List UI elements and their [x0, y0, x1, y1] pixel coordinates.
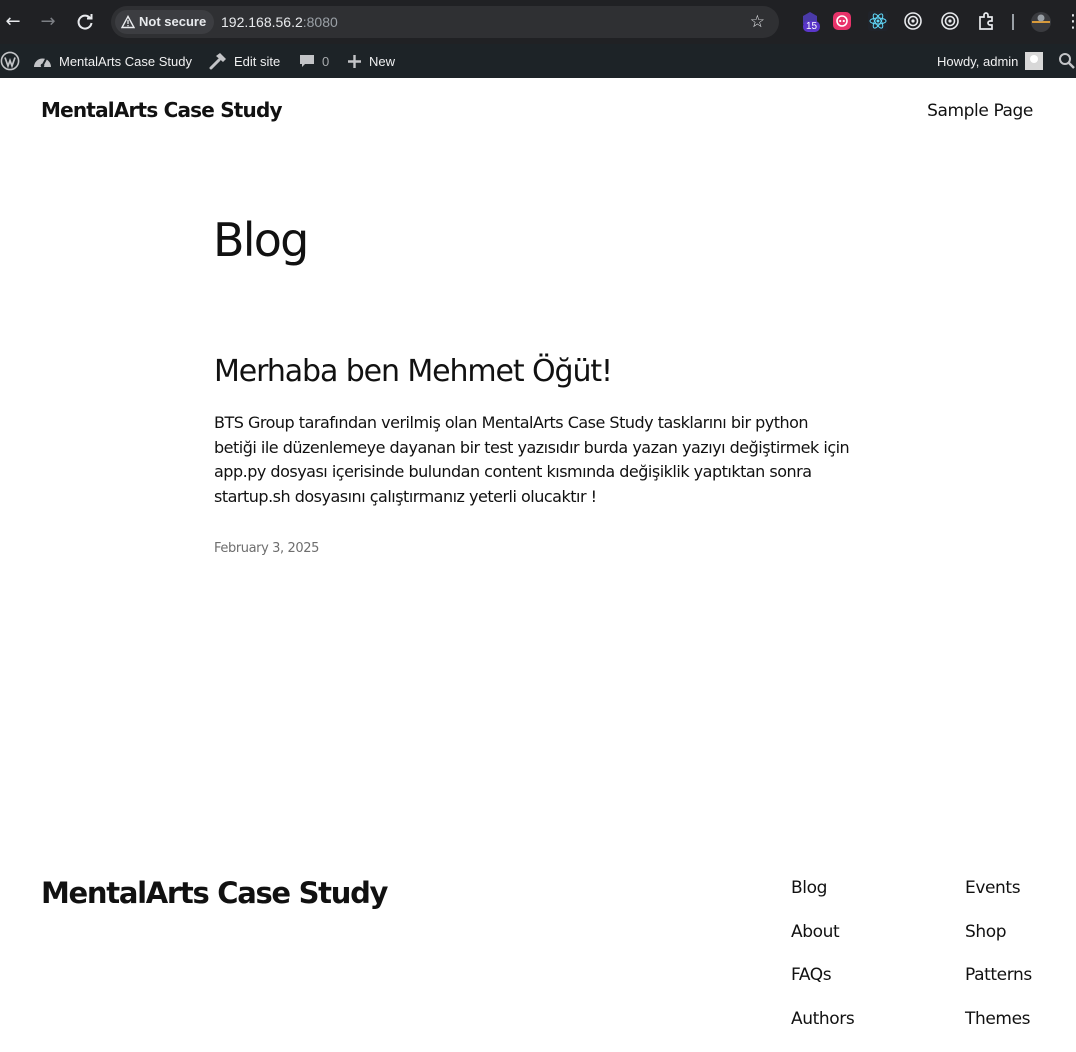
url-port: :8080: [303, 14, 338, 30]
footer-nav-column-1: Blog About FAQs Authors: [791, 878, 854, 1052]
howdy-label: Howdy, admin: [937, 54, 1018, 69]
target-extension-icon[interactable]: [903, 11, 923, 31]
address-bar[interactable]: Not secure 192.168.56.2:8080 ☆: [111, 6, 779, 38]
extension-badge-icon[interactable]: 15: [800, 11, 820, 31]
comments-count: 0: [322, 54, 329, 69]
react-devtools-icon[interactable]: [868, 11, 888, 31]
screen-recorder-icon[interactable]: [832, 11, 852, 31]
my-account-menu[interactable]: Howdy, admin: [937, 44, 1043, 78]
post-date[interactable]: February 3, 2025: [214, 541, 319, 556]
forward-icon[interactable]: →: [36, 10, 60, 34]
site-info-button[interactable]: Not secure: [115, 10, 214, 34]
browser-menu-icon[interactable]: ⋮: [1064, 10, 1076, 34]
reload-icon[interactable]: [73, 10, 97, 34]
security-label: Not secure: [139, 10, 206, 34]
page-title: Blog: [213, 213, 307, 267]
url-host: 192.168.56.2: [221, 14, 303, 30]
edit-site-label: Edit site: [234, 54, 280, 69]
comment-bubble-icon: [299, 53, 315, 69]
profile-avatar-icon[interactable]: [1030, 11, 1050, 31]
post-excerpt-line: betiği ile düzenlemeye dayanan bir test …: [214, 436, 874, 461]
admin-search-icon[interactable]: [1058, 44, 1076, 78]
wp-admin-bar: MentalArts Case Study Edit site 0 New Ho…: [0, 44, 1076, 78]
footer-link-patterns[interactable]: Patterns: [965, 965, 1032, 1009]
post-excerpt-line: startup.sh dosyasını çalıştırmanız yeter…: [214, 485, 874, 510]
comments-button[interactable]: 0: [299, 44, 329, 78]
url-text: 192.168.56.2:8080: [221, 6, 338, 38]
post-title-link[interactable]: Merhaba ben Mehmet Öğüt!: [214, 354, 612, 389]
post-excerpt: BTS Group tarafından verilmiş olan Menta…: [214, 411, 874, 509]
admin-bar-site-name[interactable]: MentalArts Case Study: [33, 44, 192, 78]
footer-link-themes[interactable]: Themes: [965, 1009, 1032, 1052]
post-excerpt-line: app.py dosyası içerisinde bulundan conte…: [214, 460, 874, 485]
footer-site-title[interactable]: MentalArts Case Study: [41, 876, 387, 910]
footer-link-events[interactable]: Events: [965, 878, 1032, 922]
footer-link-blog[interactable]: Blog: [791, 878, 854, 922]
footer-link-authors[interactable]: Authors: [791, 1009, 854, 1052]
extensions-puzzle-icon[interactable]: [976, 11, 996, 31]
extension-badge-count: 15: [806, 21, 817, 32]
footer-link-about[interactable]: About: [791, 922, 854, 966]
browser-toolbar: ← → Not secure 192.168.56.2:8080 ☆ 15 ⋮: [0, 0, 1076, 44]
nav-sample-page[interactable]: Sample Page: [927, 101, 1033, 121]
bookmark-star-icon[interactable]: ☆: [750, 6, 765, 38]
hammer-icon: [208, 52, 227, 70]
footer-link-faqs[interactable]: FAQs: [791, 965, 854, 1009]
dashboard-icon: [33, 53, 52, 69]
site-title[interactable]: MentalArts Case Study: [41, 98, 282, 122]
post-excerpt-line: BTS Group tarafından verilmiş olan Menta…: [214, 411, 874, 436]
toolbar-divider: [1012, 14, 1014, 30]
edit-site-button[interactable]: Edit site: [208, 44, 280, 78]
plus-icon: [347, 54, 362, 69]
target-extension-2-icon[interactable]: [940, 11, 960, 31]
admin-bar-site-name-label: MentalArts Case Study: [59, 54, 192, 69]
new-content-label: New: [369, 54, 395, 69]
footer-nav-column-2: Events Shop Patterns Themes: [965, 878, 1032, 1052]
footer-link-shop[interactable]: Shop: [965, 922, 1032, 966]
warning-icon: [121, 15, 135, 29]
user-avatar: [1025, 52, 1043, 70]
wordpress-logo-icon[interactable]: [0, 44, 20, 78]
new-content-button[interactable]: New: [347, 44, 395, 78]
back-icon[interactable]: ←: [1, 10, 25, 34]
